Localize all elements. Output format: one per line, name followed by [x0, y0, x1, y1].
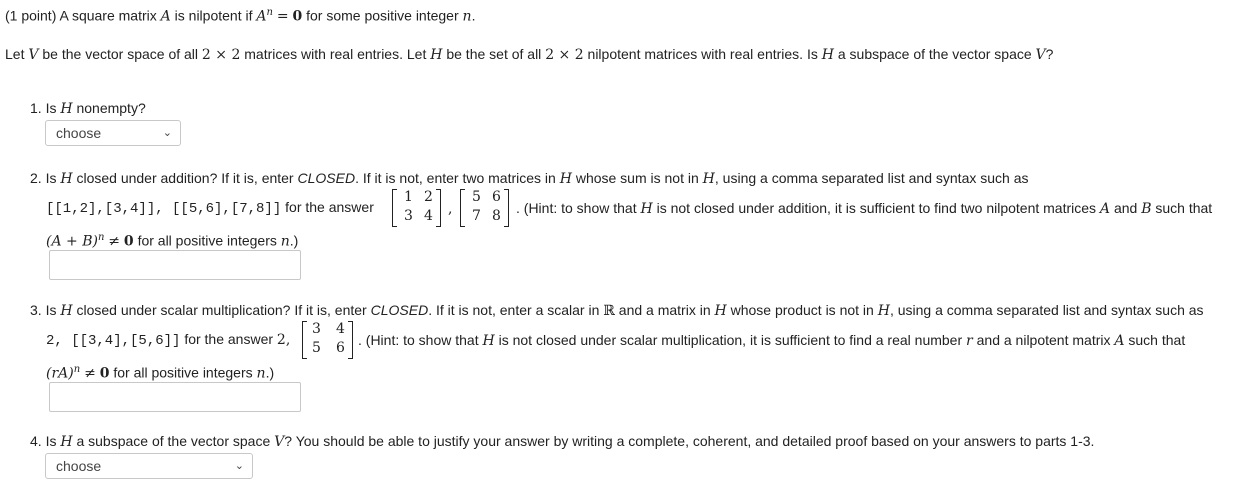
example-matrix-1: 1 2 3 4 [392, 189, 442, 227]
question-1-text: 1. Is H nonempty? [30, 100, 146, 117]
intro-line: (1 point) A square matrix A is nilpotent… [5, 7, 476, 25]
syntax-example: 2, [[3,4],[5,6]] [46, 333, 181, 349]
chevron-down-icon: ⌄ [234, 460, 244, 472]
question-2-answer-input[interactable] [49, 250, 301, 280]
problem-statement: Let V be the vector space of all 2 × 2 m… [5, 46, 1054, 63]
example-matrix-2: 5 6 7 8 [460, 189, 510, 227]
question-3-example: 2, [[3,4],[5,6]] for the answer 2, [46, 331, 291, 349]
question-2-example: [[1,2],[3,4]], [[5,6],[7,8]] for the ans… [46, 199, 374, 217]
question-2-hint-cont: (A + B)n ≠ 0 for all positive integers n… [46, 232, 299, 250]
question-2-text: 2. Is H closed under addition? If it is,… [30, 170, 1029, 187]
question-3-answer-input[interactable] [49, 382, 301, 412]
question-3-hint-cont: (rA)n ≠ 0 for all positive integers n.) [46, 364, 275, 382]
example-matrix-3: 3 4 5 6 [302, 321, 353, 359]
question-4-text: 4. Is H a subspace of the vector space V… [30, 433, 1095, 450]
question-3-hint: . (Hint: to show that H is not closed un… [358, 332, 1186, 349]
chevron-down-icon: ⌄ [162, 127, 172, 139]
points-label: (1 point) [5, 7, 57, 24]
syntax-example: [[1,2],[3,4]], [[5,6],[7,8]] [46, 201, 282, 217]
question-3-text: 3. Is H closed under scalar multiplicati… [30, 302, 1204, 319]
question-1-select[interactable]: choose ⌄ [45, 120, 181, 146]
question-2-hint: . (Hint: to show that H is not closed un… [516, 200, 1213, 217]
question-4-select[interactable]: choose ⌄ [45, 453, 253, 479]
